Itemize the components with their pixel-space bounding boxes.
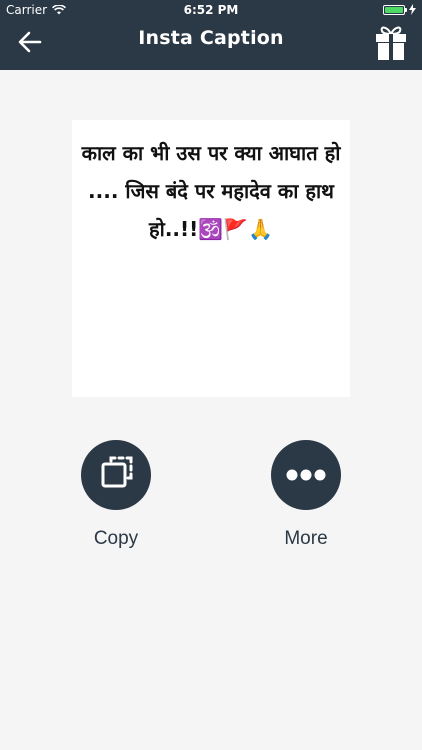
gift-icon [376,26,406,60]
page-title: Insta Caption [138,27,284,49]
charging-icon [409,4,416,15]
top-bar: Carrier 6:52 PM Insta Caption [0,0,422,70]
copy-label: Copy [93,528,139,549]
gift-button[interactable] [374,22,408,62]
battery-icon [383,4,407,15]
status-bar: Carrier 6:52 PM [0,0,422,20]
battery-indicator [383,4,416,15]
more-button[interactable]: More [251,440,361,550]
copy-icon-circle [81,440,151,510]
more-icon-circle [271,440,341,510]
caption-text: काल का भी उस पर क्या आघात हो .... जिस बं… [81,141,341,241]
copy-icon [101,456,133,488]
copy-button[interactable]: Copy [61,440,171,550]
more-label: More [284,528,328,549]
more-dots-icon [286,469,326,481]
caption-card: काल का भी उस पर क्या आघात हो .... जिस बं… [72,120,350,397]
status-time: 6:52 PM [183,3,239,17]
